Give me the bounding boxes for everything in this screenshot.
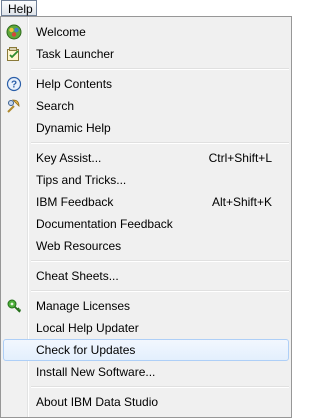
menu-item-manage-licenses[interactable]: Manage Licenses	[3, 295, 289, 317]
task-launcher-icon	[6, 46, 22, 62]
menu-item-web-resources[interactable]: Web Resources	[3, 235, 289, 257]
menu-item-shortcut: Ctrl+Shift+L	[208, 151, 272, 165]
menu-item-label: Welcome	[36, 25, 86, 39]
key-icon	[6, 298, 22, 314]
menu-separator	[31, 386, 289, 388]
menu-item-documentation-feedback[interactable]: Documentation Feedback	[3, 213, 289, 235]
menu-item-check-for-updates[interactable]: Check for Updates	[3, 339, 289, 361]
menu-item-label: About IBM Data Studio	[36, 395, 159, 409]
menu-item-label: Documentation Feedback	[36, 217, 173, 231]
menu-item-welcome[interactable]: Welcome	[3, 21, 289, 43]
menu-item-local-help-updater[interactable]: Local Help Updater	[3, 317, 289, 339]
menu-item-label: Task Launcher	[36, 47, 115, 61]
menu-item-label: Install New Software...	[36, 365, 156, 379]
help-menu-dropdown: Welcome Task Launcher ? Help Contents Se…	[0, 16, 292, 418]
menu-item-label: Manage Licenses	[36, 299, 131, 313]
menu-item-ibm-feedback[interactable]: IBM Feedback Alt+Shift+K	[3, 191, 289, 213]
menu-item-label: Key Assist...	[36, 151, 102, 165]
menu-item-key-assist[interactable]: Key Assist... Ctrl+Shift+L	[3, 147, 289, 169]
menu-item-shortcut: Alt+Shift+K	[211, 195, 272, 209]
menu-item-about[interactable]: About IBM Data Studio	[3, 391, 289, 413]
menu-item-dynamic-help[interactable]: Dynamic Help	[3, 117, 289, 139]
help-contents-icon: ?	[6, 76, 22, 92]
svg-text:?: ?	[11, 80, 17, 91]
search-icon	[6, 98, 22, 114]
menu-item-task-launcher[interactable]: Task Launcher	[3, 43, 289, 65]
welcome-icon	[6, 24, 22, 40]
menu-help[interactable]: Help	[1, 0, 37, 16]
menu-item-label: IBM Feedback	[36, 195, 114, 209]
menu-item-tips-and-tricks[interactable]: Tips and Tricks...	[3, 169, 289, 191]
menu-item-label: Local Help Updater	[36, 321, 139, 335]
menu-item-label: Dynamic Help	[36, 121, 111, 135]
menu-item-label: Check for Updates	[36, 343, 136, 357]
menu-item-install-new-software[interactable]: Install New Software...	[3, 361, 289, 383]
menu-item-label: Cheat Sheets...	[36, 269, 119, 283]
menu-item-label: Tips and Tricks...	[36, 173, 127, 187]
menu-item-label: Help Contents	[36, 77, 113, 91]
menu-separator	[31, 142, 289, 144]
menu-separator	[31, 260, 289, 262]
menu-item-cheat-sheets[interactable]: Cheat Sheets...	[3, 265, 289, 287]
menu-separator	[31, 68, 289, 70]
menu-item-help-contents[interactable]: ? Help Contents	[3, 73, 289, 95]
menu-separator	[31, 290, 289, 292]
menu-item-label: Search	[36, 99, 75, 113]
menu-item-label: Web Resources	[36, 239, 122, 253]
menu-item-search[interactable]: Search	[3, 95, 289, 117]
